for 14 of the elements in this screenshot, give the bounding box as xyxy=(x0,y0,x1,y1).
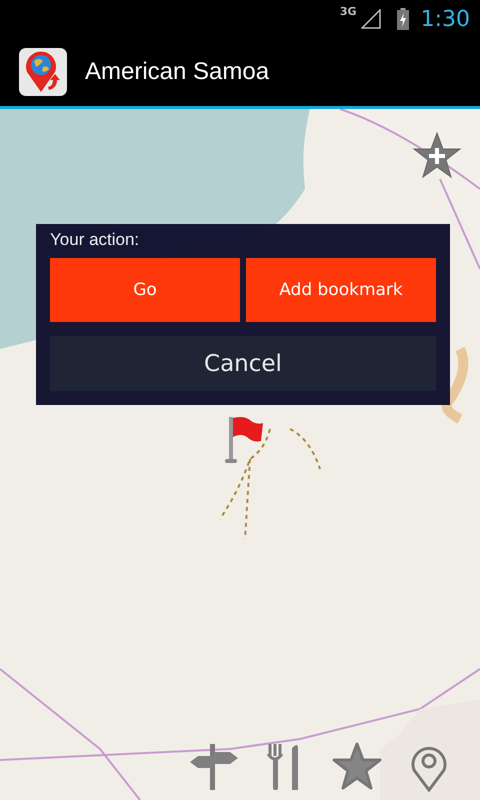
network-type: 3G xyxy=(340,5,357,18)
action-button[interactable]: Add bookmark xyxy=(246,258,436,322)
star-plus-icon[interactable] xyxy=(412,131,462,181)
dialog-title: Your action: xyxy=(50,230,140,250)
signpost-icon[interactable] xyxy=(188,742,238,792)
action-button[interactable]: Go xyxy=(50,258,240,322)
app-logo-icon[interactable] xyxy=(19,48,67,96)
cancel-button[interactable]: Cancel xyxy=(50,336,436,391)
signal-icon xyxy=(360,9,381,29)
flag-icon xyxy=(225,415,265,465)
star-icon[interactable] xyxy=(332,742,382,792)
screen-title: American Samoa xyxy=(85,58,270,86)
battery-charging-icon xyxy=(396,8,409,30)
clock: 1:30 xyxy=(420,6,470,32)
